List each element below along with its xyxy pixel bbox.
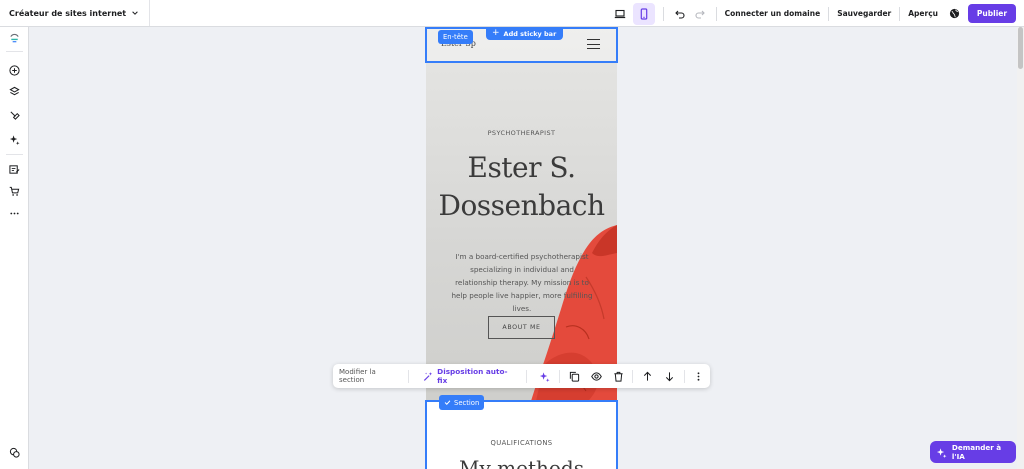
undo-icon <box>674 10 685 19</box>
section-selection-outline <box>425 400 618 469</box>
help-button[interactable] <box>6 444 23 461</box>
smartphone-icon <box>640 7 647 20</box>
scrollbar-thumb[interactable] <box>1018 27 1023 69</box>
canvas-scrollbar[interactable] <box>1017 27 1024 469</box>
arrow-up-icon <box>643 371 652 381</box>
sparkles-icon <box>9 135 20 145</box>
blog-edit-icon <box>9 165 20 174</box>
move-down-button[interactable] <box>660 366 679 386</box>
divider <box>6 154 23 155</box>
magic-wand-icon <box>423 371 432 381</box>
more-horizontal-icon <box>10 212 19 215</box>
divider <box>828 6 830 21</box>
divider <box>558 369 560 383</box>
language-button[interactable] <box>944 4 964 24</box>
hero-section[interactable]: Ester Sp PSYCHOTHERAPIST Ester S. Dossen… <box>426 27 617 401</box>
section-toolbar: Modifier la section Disposition auto-fix <box>333 364 710 388</box>
hero-description-line: relationship therapy. My mission is to <box>455 278 589 287</box>
support-icon <box>9 447 20 458</box>
header-tag[interactable]: En-tête <box>438 30 473 44</box>
plus-circle-icon <box>9 65 20 76</box>
eye-icon <box>590 371 602 381</box>
cart-icon <box>9 186 20 196</box>
add-sticky-bar-button[interactable]: + Add sticky bar <box>486 27 564 40</box>
arrow-down-icon <box>666 371 674 381</box>
left-sidebar <box>0 27 29 469</box>
ask-ai-button[interactable]: Demander à l'IA <box>930 441 1016 463</box>
save-button[interactable]: Sauvegarder <box>835 9 893 18</box>
autofix-layout-button[interactable]: Disposition auto-fix <box>423 367 528 385</box>
edit-section-button[interactable]: Modifier la section <box>339 368 409 384</box>
add-sticky-bar-label: Add sticky bar <box>503 29 557 38</box>
hero-kicker: PSYCHOTHERAPIST <box>487 129 556 137</box>
blog-button[interactable] <box>6 161 23 178</box>
styles-button[interactable] <box>6 107 23 124</box>
redo-button[interactable] <box>690 4 710 24</box>
hero-title: Ester S. Dossenbach <box>426 149 617 225</box>
section-tag[interactable]: Section <box>439 395 485 410</box>
sparkles-icon <box>936 447 947 458</box>
ai-edit-button[interactable] <box>535 366 554 386</box>
layers-button[interactable] <box>6 83 23 100</box>
connect-domain-button[interactable]: Connecter un domaine <box>723 9 823 18</box>
about-me-button[interactable]: ABOUT ME <box>488 316 555 339</box>
copy-icon <box>569 371 579 382</box>
laptop-icon <box>614 9 625 18</box>
site-builder-label: Créateur de sites internet <box>9 8 127 18</box>
logo-icon <box>10 33 19 43</box>
globe-icon <box>949 8 959 19</box>
top-right-actions: Connecter un domaine Sauvegarder Aperçu … <box>609 0 1016 27</box>
add-element-button[interactable] <box>6 62 23 79</box>
publish-button[interactable]: Publier <box>968 4 1016 23</box>
hero-description-line: I'm a board-certified psychotherapist <box>455 252 589 261</box>
undo-button[interactable] <box>670 4 690 24</box>
sparkles-icon <box>540 371 550 382</box>
store-button[interactable] <box>6 183 23 200</box>
preview-button[interactable]: Aperçu <box>906 9 940 18</box>
divider <box>899 6 901 21</box>
site-logo[interactable] <box>6 30 23 47</box>
hero-description-line: specializing in individual and <box>470 265 574 274</box>
paint-icon <box>10 111 20 120</box>
section-tag-label: Section <box>454 398 480 407</box>
ask-ai-label: Demander à l'IA <box>951 443 1002 461</box>
move-up-button[interactable] <box>638 366 657 386</box>
duplicate-section-button[interactable] <box>564 366 583 386</box>
hero-description: I'm a board-certified psychotherapist sp… <box>442 250 602 315</box>
layers-icon <box>9 86 20 96</box>
trash-icon <box>614 371 623 382</box>
divider <box>6 51 23 52</box>
site-builder-dropdown[interactable]: Créateur de sites internet <box>0 0 151 26</box>
mobile-view-button[interactable] <box>632 2 655 25</box>
more-button[interactable] <box>6 205 23 222</box>
plus-icon: + <box>492 28 500 38</box>
toggle-visibility-button[interactable] <box>587 366 606 386</box>
more-vertical-icon <box>697 371 700 381</box>
more-options-button[interactable] <box>689 366 708 386</box>
check-icon <box>444 400 451 405</box>
hero-title-line: Dossenbach <box>438 189 605 222</box>
hero-description-line: lives. <box>512 304 532 313</box>
divider <box>715 6 717 21</box>
divider <box>632 369 634 383</box>
ai-tools-button[interactable] <box>6 131 23 148</box>
autofix-layout-label: Disposition auto-fix <box>437 367 508 385</box>
divider <box>683 369 685 383</box>
redo-icon <box>695 10 705 19</box>
chevron-down-icon <box>132 11 138 15</box>
desktop-view-button[interactable] <box>609 3 631 25</box>
hero-description-line: help people live happier, more fulfillin… <box>451 291 593 300</box>
hero-title-line: Ester S. <box>467 151 577 184</box>
delete-section-button[interactable] <box>609 366 628 386</box>
top-bar: Créateur de sites internet Connecter un … <box>0 0 1024 27</box>
divider <box>662 6 664 21</box>
